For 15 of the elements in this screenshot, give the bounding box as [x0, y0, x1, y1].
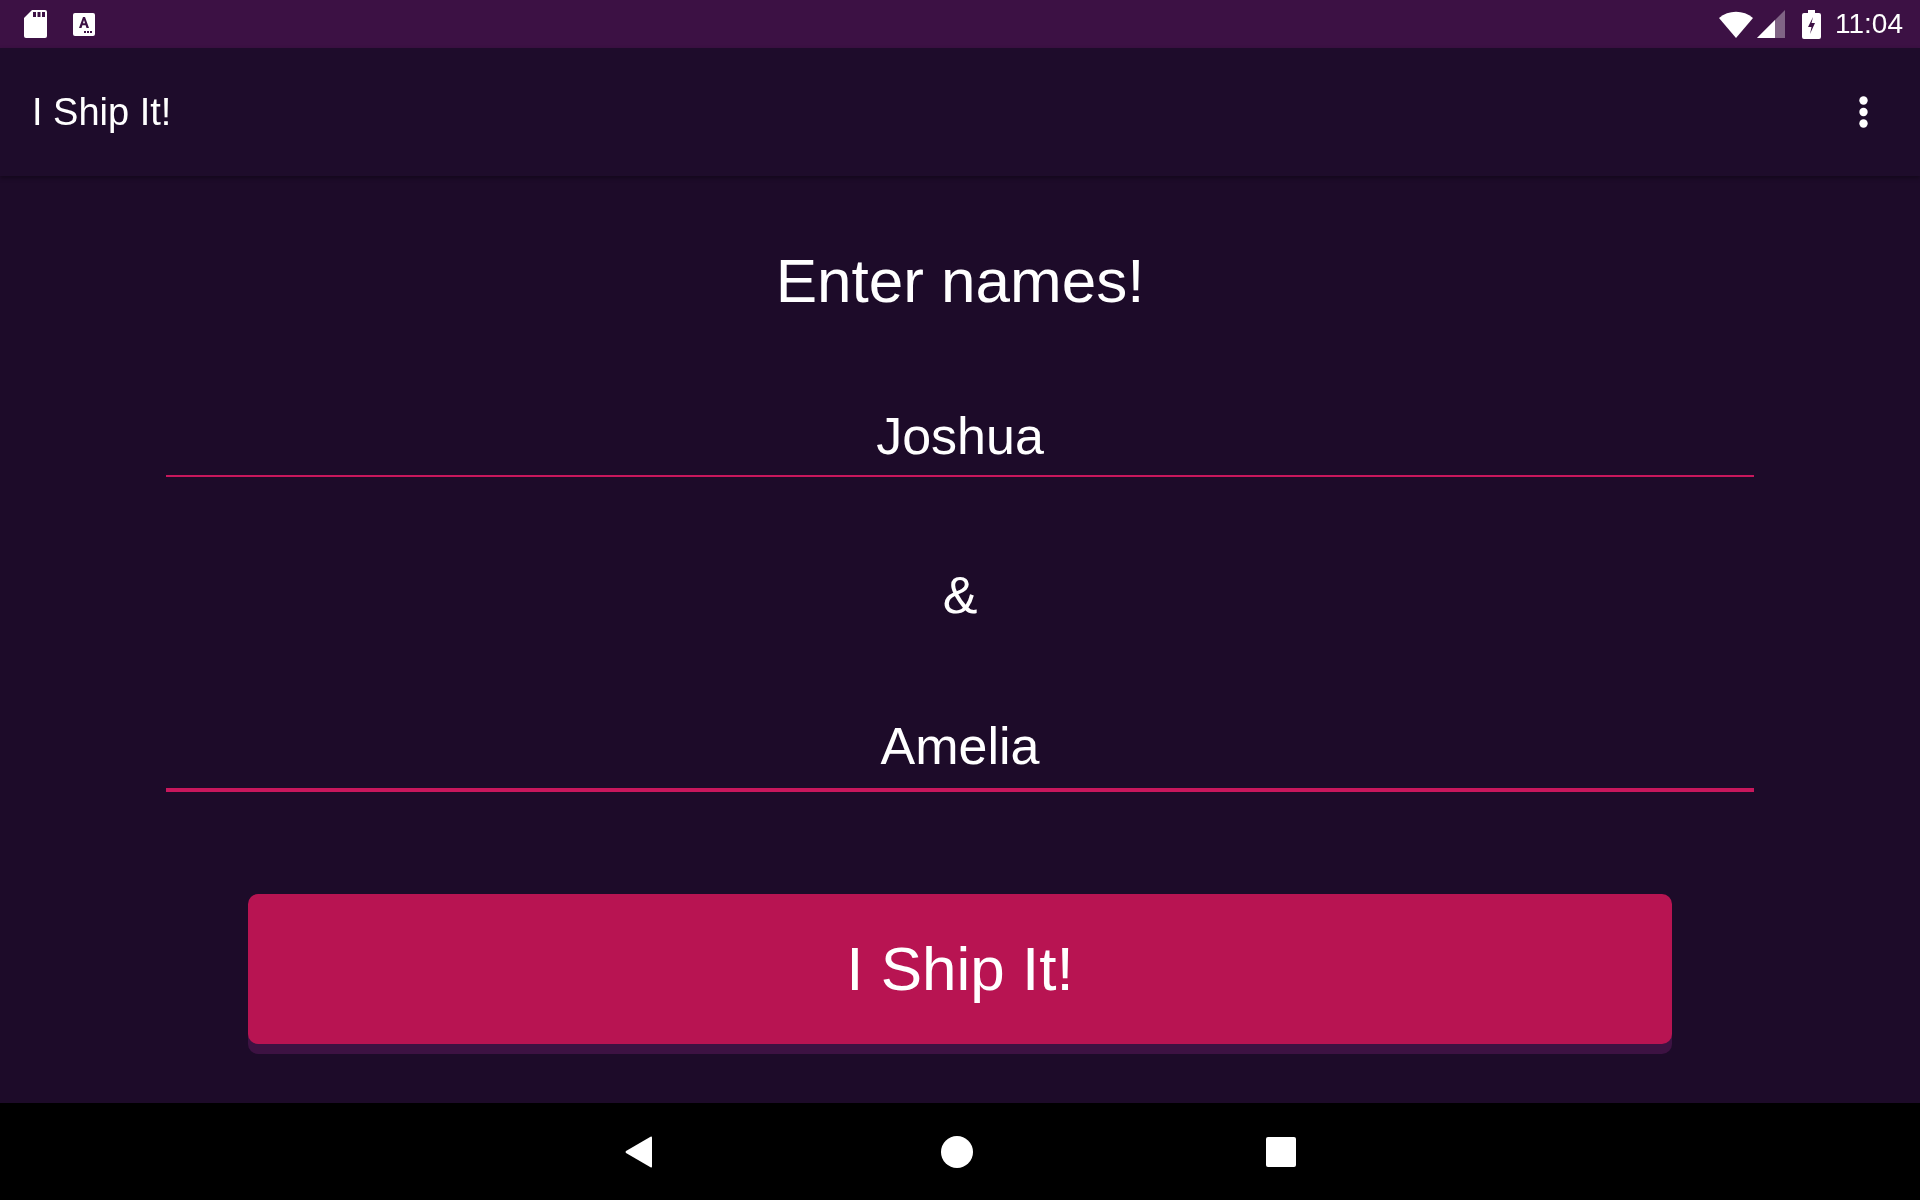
- overflow-menu-icon[interactable]: [1859, 96, 1868, 128]
- signal-icon: [1757, 10, 1785, 38]
- back-icon[interactable]: [624, 1135, 653, 1168]
- letter-a-icon: [73, 12, 95, 36]
- battery-charging-icon: [1802, 9, 1821, 39]
- name-field[interactable]: Amelia: [166, 704, 1754, 792]
- app-title: I Ship It!: [32, 93, 172, 131]
- sd-card-icon: [24, 10, 47, 38]
- status-time: 11:04: [1835, 10, 1903, 38]
- ampersand-separator: &: [942, 569, 978, 621]
- recent-apps-icon[interactable]: [1265, 1136, 1296, 1167]
- wifi-icon: [1719, 10, 1753, 38]
- name-field[interactable]: Joshua: [166, 397, 1754, 477]
- form-heading: Enter names!: [775, 250, 1145, 312]
- home-icon[interactable]: [940, 1135, 973, 1168]
